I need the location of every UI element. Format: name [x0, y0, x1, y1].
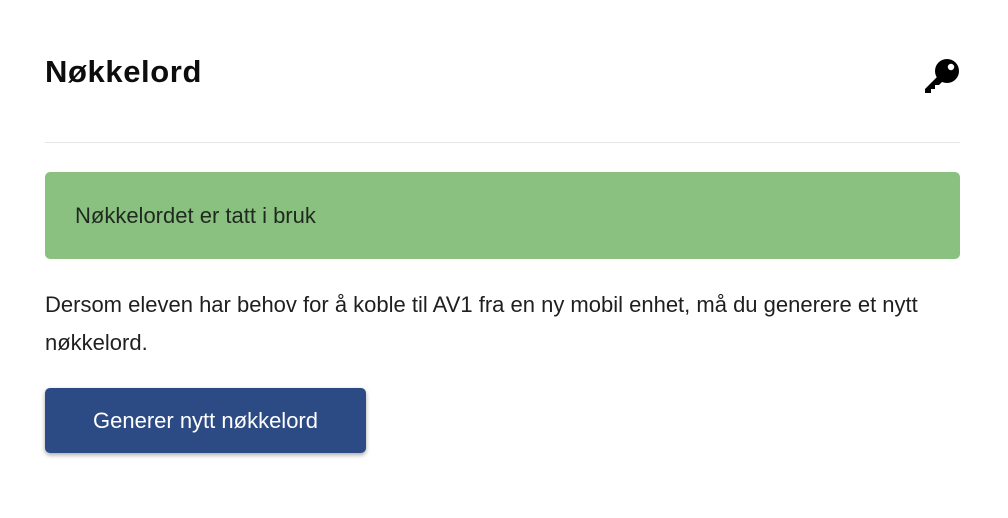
header-divider	[45, 142, 960, 143]
success-alert: Nøkkelordet er tatt i bruk	[45, 172, 960, 259]
keyword-card: Nøkkelord Nøkkelordet er tatt i bruk Der…	[0, 0, 1008, 518]
generate-keyword-button[interactable]: Generer nytt nøkkelord	[45, 388, 366, 453]
alert-message: Nøkkelordet er tatt i bruk	[75, 203, 316, 228]
card-title: Nøkkelord	[45, 54, 202, 89]
key-icon	[925, 59, 959, 93]
card-header: Nøkkelord	[45, 48, 960, 98]
description-text: Dersom eleven har behov for å koble til …	[45, 292, 918, 355]
